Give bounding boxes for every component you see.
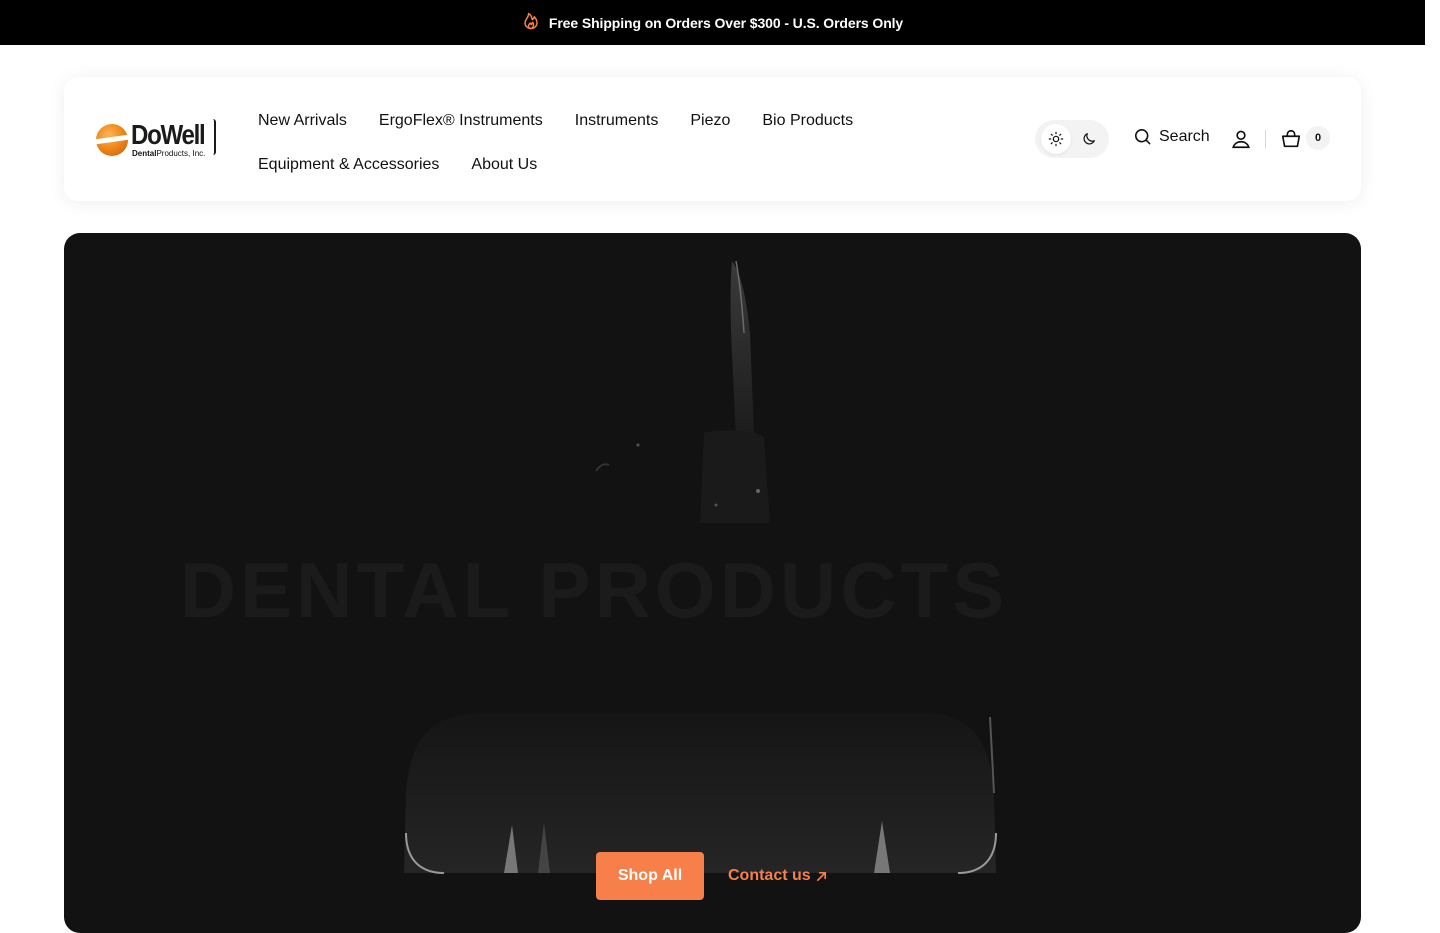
dowell-logo[interactable]: DoWell DentalProducts, Inc. [96, 119, 220, 159]
cart-count-badge: 0 [1306, 126, 1330, 150]
logo-tagline: DentalProducts, Inc. [132, 149, 206, 158]
site-header: DoWell DentalProducts, Inc. New Arrivals… [64, 77, 1361, 201]
logo-wordmark: DoWell [131, 119, 206, 150]
nav-equipment-accessories[interactable]: Equipment & Accessories [258, 156, 439, 174]
account-button[interactable] [1230, 128, 1252, 150]
nav-ergoflex-instruments[interactable]: ErgoFlex® Instruments [379, 112, 543, 130]
nav-row-1: New Arrivals ErgoFlex® Instruments Instr… [258, 99, 898, 143]
header-divider [1265, 130, 1266, 148]
logo-mark [96, 124, 128, 156]
search-icon [1134, 128, 1151, 145]
main-nav: New Arrivals ErgoFlex® Instruments Instr… [258, 99, 898, 187]
search-button[interactable]: Search [1133, 127, 1210, 146]
dark-mode-button[interactable] [1074, 124, 1104, 154]
basket-icon [1281, 129, 1301, 148]
light-mode-button[interactable] [1040, 124, 1071, 154]
user-icon [1232, 130, 1250, 149]
search-label: Search [1159, 127, 1210, 145]
arrow-up-right-icon [816, 871, 826, 881]
contact-us-label: Contact us [728, 867, 811, 884]
cart-button[interactable] [1280, 128, 1302, 150]
device-base-image [404, 713, 997, 874]
nav-bio-products[interactable]: Bio Products [762, 112, 853, 130]
nav-row-2: Equipment & Accessories About Us [258, 143, 898, 187]
nav-piezo[interactable]: Piezo [690, 112, 730, 130]
hero-banner: DENTAL PRODUCTS Shop All Contact us [64, 233, 1361, 933]
contact-us-link[interactable]: Contact us [728, 852, 828, 900]
moon-icon [1083, 133, 1095, 145]
announcement-text: Free Shipping on Orders Over $300 - U.S.… [548, 14, 904, 31]
sun-icon [1048, 131, 1063, 147]
flame-icon [522, 12, 540, 33]
theme-toggle [1035, 120, 1109, 158]
logo-flourish [213, 119, 216, 155]
nav-new-arrivals[interactable]: New Arrivals [258, 112, 347, 130]
nav-instruments[interactable]: Instruments [575, 112, 659, 130]
announcement-bar: Free Shipping on Orders Over $300 - U.S.… [0, 0, 1425, 45]
nav-about-us[interactable]: About Us [471, 156, 537, 174]
shop-all-button[interactable]: Shop All [596, 852, 704, 900]
